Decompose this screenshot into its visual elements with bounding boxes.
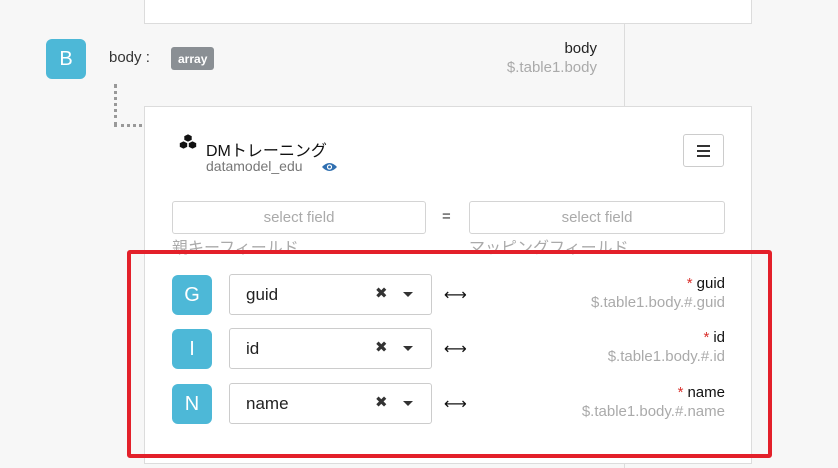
field-select-value: guid <box>246 285 279 304</box>
required-marker: * <box>677 384 684 401</box>
target-field-path: $.table1.body.#.name <box>581 403 725 420</box>
chevron-down-icon[interactable] <box>403 292 413 297</box>
required-marker: * <box>686 275 693 292</box>
chevron-down-icon[interactable] <box>403 401 413 406</box>
left-right-arrow-icon: ⟷ <box>444 287 467 304</box>
field-select[interactable]: guid ✖ <box>229 274 432 315</box>
target-field-path: $.table1.body.#.guid <box>591 294 725 311</box>
tree-connector-vertical <box>114 84 117 126</box>
target-field: * name $.table1.body.#.name <box>582 383 725 422</box>
left-right-arrow-icon: ⟷ <box>444 396 467 413</box>
body-node-row: B body : array body $.table1.body <box>0 0 838 90</box>
cubes-icon <box>178 133 198 156</box>
clear-icon[interactable]: ✖ <box>375 338 388 356</box>
field-badge: G <box>172 275 212 315</box>
mapping-field-label: マッピングフィールド <box>469 240 629 257</box>
field-select[interactable]: name ✖ <box>229 383 432 424</box>
required-marker: * <box>703 329 710 346</box>
mapping-field-select[interactable]: select field <box>469 201 725 234</box>
eye-icon[interactable] <box>321 160 338 172</box>
tree-connector-horizontal <box>114 124 142 127</box>
mapping-row: G guid ✖ ⟷ * guid $.table1.body.#.guid <box>145 274 753 316</box>
type-tag: array <box>171 47 215 70</box>
target-field-name: id <box>713 329 725 346</box>
field-select-value: id <box>246 339 260 358</box>
target-field: * guid $.table1.body.#.guid <box>591 274 725 313</box>
node-label: body : <box>109 49 150 66</box>
mapping-row: N name ✖ ⟷ * name $.table1.body.#.name <box>145 383 753 425</box>
target-field: * id $.table1.body.#.id <box>608 328 725 367</box>
target-field-path: $.table1.body.#.id <box>607 348 725 365</box>
node-target: body $.table1.body <box>507 39 597 78</box>
clear-icon[interactable]: ✖ <box>375 393 388 411</box>
equals-sign: = <box>442 208 451 225</box>
parent-key-label: 親キーフィールド <box>172 240 299 257</box>
field-select-value: name <box>246 394 289 413</box>
clear-icon[interactable]: ✖ <box>375 284 388 302</box>
data-model-card: DMトレーニング datamodel_edu select field = se… <box>144 106 752 464</box>
target-field-name: guid <box>696 275 725 292</box>
model-subtitle: datamodel_edu <box>206 158 303 174</box>
target-field-name: name <box>687 384 725 401</box>
menu-button[interactable] <box>683 134 724 167</box>
field-badge: I <box>172 329 212 369</box>
chevron-down-icon[interactable] <box>403 346 413 351</box>
parent-key-select[interactable]: select field <box>172 201 426 234</box>
mapping-row: I id ✖ ⟷ * id $.table1.body.#.id <box>145 328 753 370</box>
hamburger-icon <box>697 144 710 147</box>
node-target-path: $.table1.body <box>506 59 597 76</box>
node-badge: B <box>46 39 86 79</box>
field-select[interactable]: id ✖ <box>229 328 432 369</box>
left-right-arrow-icon: ⟷ <box>444 341 467 358</box>
node-target-name: body <box>564 40 597 57</box>
field-badge: N <box>172 384 212 424</box>
